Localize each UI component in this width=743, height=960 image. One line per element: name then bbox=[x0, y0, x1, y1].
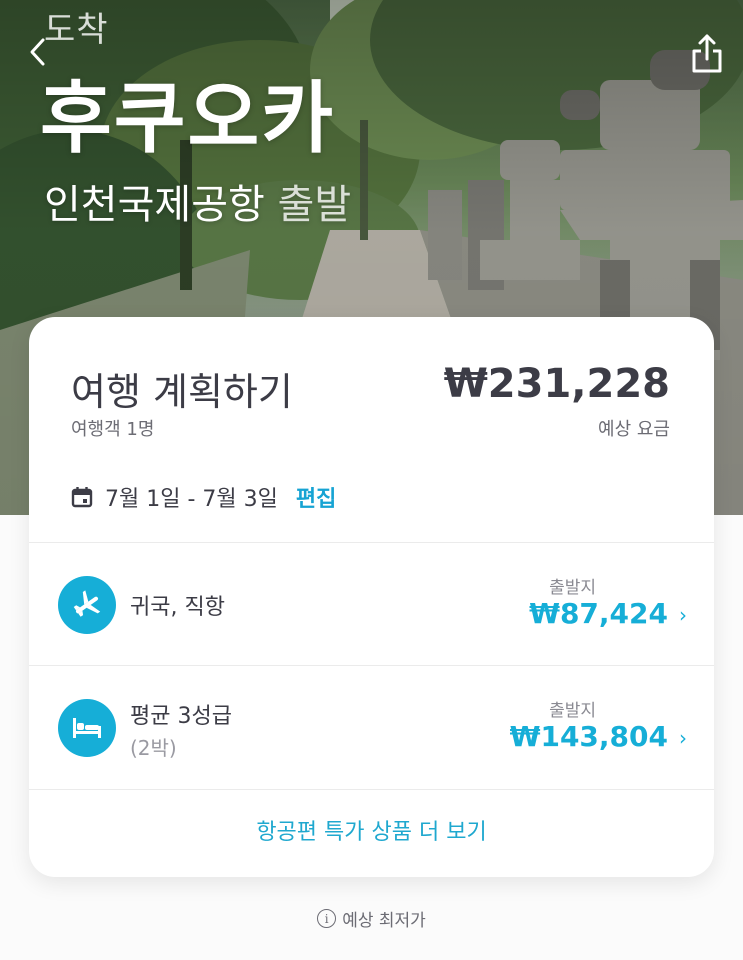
info-icon[interactable]: i bbox=[317, 909, 337, 928]
hotel-price: ₩143,804 bbox=[509, 720, 668, 753]
traveler-count: 여행객 1명 bbox=[71, 419, 155, 440]
flight-caption: 출발지 bbox=[549, 578, 596, 598]
depart-word: 출발 bbox=[277, 182, 352, 228]
flight-row[interactable]: 귀국, 직항 출발지 ₩87,424 › bbox=[29, 543, 714, 666]
chevron-right-icon: › bbox=[679, 603, 687, 627]
more-flight-deals-link[interactable]: 항공편 특가 상품 더 보기 bbox=[29, 814, 714, 846]
total-price: ₩231,228 bbox=[443, 361, 670, 407]
divider bbox=[29, 789, 714, 790]
flight-label: 귀국, 직항 bbox=[130, 595, 225, 620]
plan-title: 여행 계획하기 bbox=[71, 370, 293, 414]
footnote-text: 예상 최저가 bbox=[342, 911, 426, 931]
trip-plan-card: 여행 계획하기 여행객 1명 ₩231,228 예상 요금 7월 1일 - 7월… bbox=[29, 317, 714, 877]
date-row: 7월 1일 - 7월 3일 편집 bbox=[71, 481, 336, 513]
destination-city-title: 후쿠오카 bbox=[40, 74, 336, 164]
origin-airport: 인천국제공항 bbox=[44, 182, 265, 228]
edit-dates-button[interactable]: 편집 bbox=[296, 481, 336, 513]
hotel-row[interactable]: 평균 3성급 (2박) 출발지 ₩143,804 › bbox=[29, 666, 714, 789]
trip-dates: 7월 1일 - 7월 3일 bbox=[105, 487, 278, 512]
calendar-icon bbox=[71, 487, 93, 508]
price-caption: 예상 요금 bbox=[598, 419, 670, 440]
airplane-icon bbox=[58, 576, 116, 634]
flight-price: ₩87,424 bbox=[529, 597, 668, 630]
share-icon bbox=[692, 34, 722, 73]
chevron-right-icon: › bbox=[679, 726, 687, 750]
share-button[interactable] bbox=[686, 30, 728, 76]
hotel-caption: 출발지 bbox=[549, 701, 596, 721]
hotel-nights: (2박) bbox=[130, 736, 177, 760]
arrival-label: 도착 bbox=[44, 10, 109, 50]
origin-line: 인천국제공항 출발 bbox=[44, 172, 351, 230]
bed-icon bbox=[58, 699, 116, 757]
estimate-footnote: i 예상 최저가 bbox=[0, 906, 743, 931]
hotel-label: 평균 3성급 bbox=[130, 704, 232, 729]
